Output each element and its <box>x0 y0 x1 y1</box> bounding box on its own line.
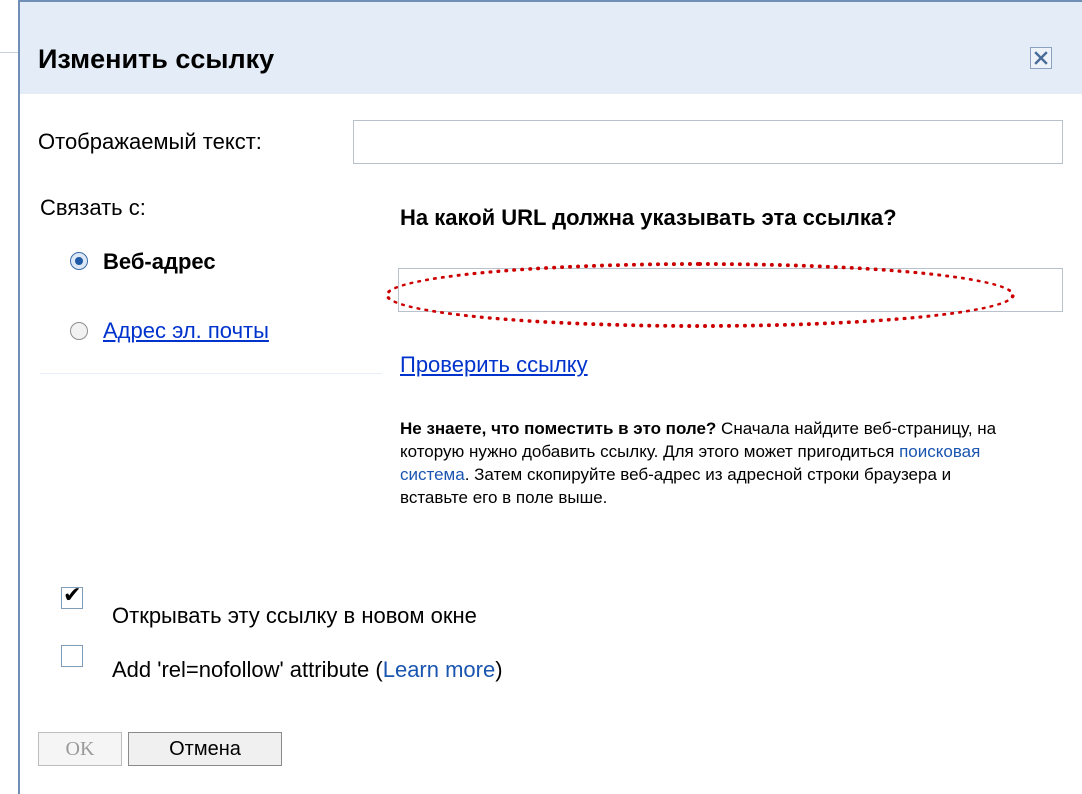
edit-link-dialog: Изменить ссылку Отображаемый текст: Связ… <box>18 0 1082 794</box>
nofollow-checkbox[interactable] <box>61 645 83 667</box>
nofollow-label-prefix: Add 'rel=nofollow' attribute ( <box>112 657 383 682</box>
page-background <box>0 0 18 794</box>
dialog-title: Изменить ссылку <box>38 44 275 74</box>
option-email-address[interactable]: Адрес эл. почты <box>40 314 382 374</box>
help-bold: Не знаете, что поместить в это поле? <box>400 419 717 438</box>
option-web-address[interactable]: Веб-адрес <box>40 232 382 314</box>
help-text-2: . Затем скопируйте веб-адрес из адресной… <box>400 465 952 507</box>
test-link[interactable]: Проверить ссылку <box>400 352 588 378</box>
close-button[interactable] <box>1030 47 1052 69</box>
display-text-label: Отображаемый текст: <box>38 129 262 154</box>
learn-more-link[interactable]: Learn more <box>383 657 496 682</box>
dialog-titlebar: Изменить ссылку <box>20 2 1082 94</box>
web-address-radio[interactable] <box>70 252 88 270</box>
web-address-label: Веб-адрес <box>103 249 216 274</box>
link-to-label: Связать с: <box>40 195 146 220</box>
email-radio[interactable] <box>70 322 88 340</box>
url-input[interactable] <box>398 268 1063 312</box>
new-window-checkbox[interactable] <box>61 582 83 609</box>
ok-button[interactable]: OK <box>38 732 122 766</box>
help-text: Не знаете, что поместить в это поле? Сна… <box>400 417 1000 509</box>
email-address-link[interactable]: Адрес эл. почты <box>103 318 269 344</box>
display-text-input[interactable] <box>353 120 1063 164</box>
nofollow-label-suffix: ) <box>495 657 503 682</box>
link-to-header: Связать с: <box>40 187 382 232</box>
close-icon <box>1034 51 1048 65</box>
cancel-button[interactable]: Отмена <box>128 732 282 766</box>
new-window-label: Открывать эту ссылку в новом окне <box>112 603 477 628</box>
page-divider <box>0 52 18 53</box>
nofollow-label: Add 'rel=nofollow' attribute (Learn more… <box>112 657 503 683</box>
link-to-panel: Связать с: Веб-адрес Адрес эл. почты <box>40 187 382 374</box>
url-heading: На какой URL должна указывать эта ссылка… <box>400 205 897 230</box>
